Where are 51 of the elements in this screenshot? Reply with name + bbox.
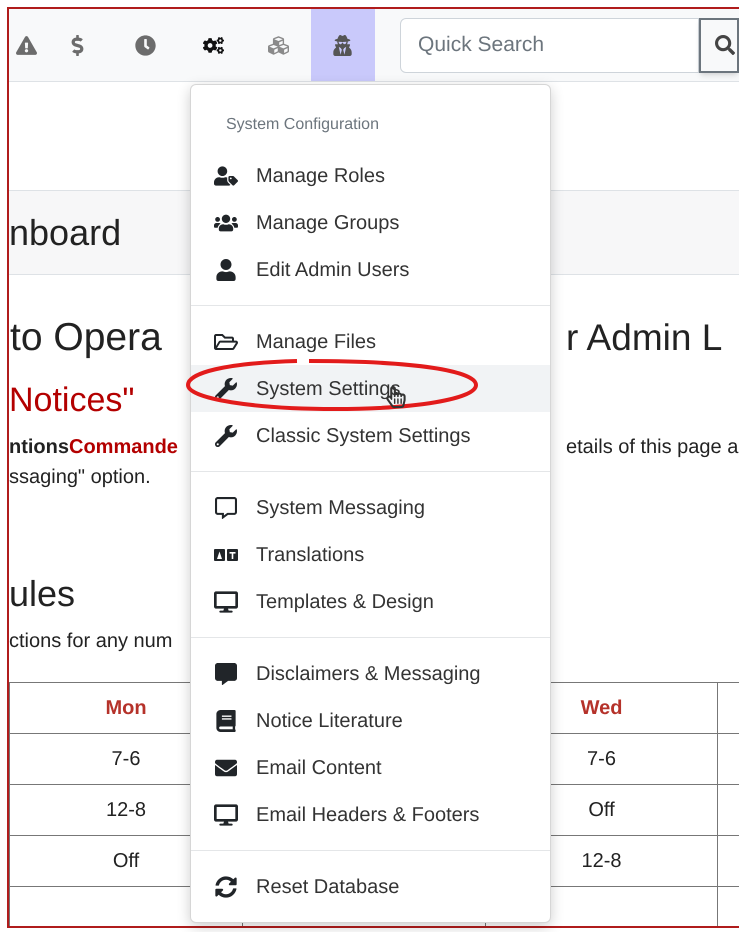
column-header: Wed xyxy=(580,696,622,721)
menu-item[interactable]: Email Content xyxy=(191,744,550,791)
menu-item[interactable]: Manage Roles xyxy=(191,152,550,199)
menu-item[interactable]: Manage Groups xyxy=(191,199,550,246)
translate-icon xyxy=(214,548,238,560)
monitor-icon xyxy=(214,804,238,826)
warning-icon xyxy=(16,34,37,56)
menu-item[interactable]: Edit Admin Users xyxy=(191,246,550,293)
menu-header: System Configuration xyxy=(226,115,379,135)
search-button[interactable] xyxy=(699,18,739,72)
menu-item[interactable]: Classic System Settings xyxy=(191,412,550,459)
menu-item[interactable]: Templates & Design xyxy=(191,578,550,625)
menu-item[interactable]: Manage Files xyxy=(191,318,550,365)
clock-icon xyxy=(134,34,156,56)
table-cell-text: 7-6 xyxy=(587,747,616,772)
intro-text: ntionsCommande xyxy=(9,436,178,458)
menu-item[interactable]: Notice Literature xyxy=(191,697,550,744)
welcome-heading: to Opera xyxy=(9,316,162,359)
menu-item[interactable]: Disclaimers & Messaging xyxy=(191,650,550,697)
menu-item[interactable]: System Messaging xyxy=(191,484,550,531)
speech-bubble-icon xyxy=(214,662,238,684)
refresh-icon xyxy=(214,876,238,898)
user-tag-icon xyxy=(214,164,238,186)
gears-icon xyxy=(203,34,224,56)
menu-item[interactable]: Email Headers & Footers xyxy=(191,791,550,838)
monitor-icon xyxy=(214,590,238,612)
page-title: nboard xyxy=(9,214,122,250)
search-icon xyxy=(715,35,736,55)
table-cell-text: 7-6 xyxy=(112,747,140,772)
notice-title: Notices" xyxy=(9,381,134,419)
menu-item[interactable]: Translations xyxy=(191,531,550,578)
table-cell-text: 12-8 xyxy=(106,798,146,823)
intro-text: ssaging" option. xyxy=(9,465,151,490)
search-field[interactable]: Quick Search xyxy=(400,18,700,72)
section-title: ules xyxy=(9,576,76,612)
wrench-icon xyxy=(214,378,238,400)
user-icon xyxy=(214,258,238,280)
intro-text: etails of this page a xyxy=(566,435,738,460)
cubes-icon xyxy=(268,34,290,56)
section-text: ctions for any num xyxy=(9,629,172,654)
table-cell-text: Off xyxy=(112,849,140,874)
welcome-heading: r Admin L xyxy=(566,316,722,360)
wrench-icon xyxy=(214,424,238,446)
book-icon xyxy=(214,710,238,732)
column-header: Mon xyxy=(105,696,147,721)
table-cell-text: Off xyxy=(588,798,615,823)
table-cell-text: 12-8 xyxy=(581,849,622,874)
menu-item[interactable]: Reset Database xyxy=(191,863,550,910)
speech-bubble-icon xyxy=(214,496,238,518)
spy-icon xyxy=(332,34,354,56)
users-icon xyxy=(214,212,238,234)
